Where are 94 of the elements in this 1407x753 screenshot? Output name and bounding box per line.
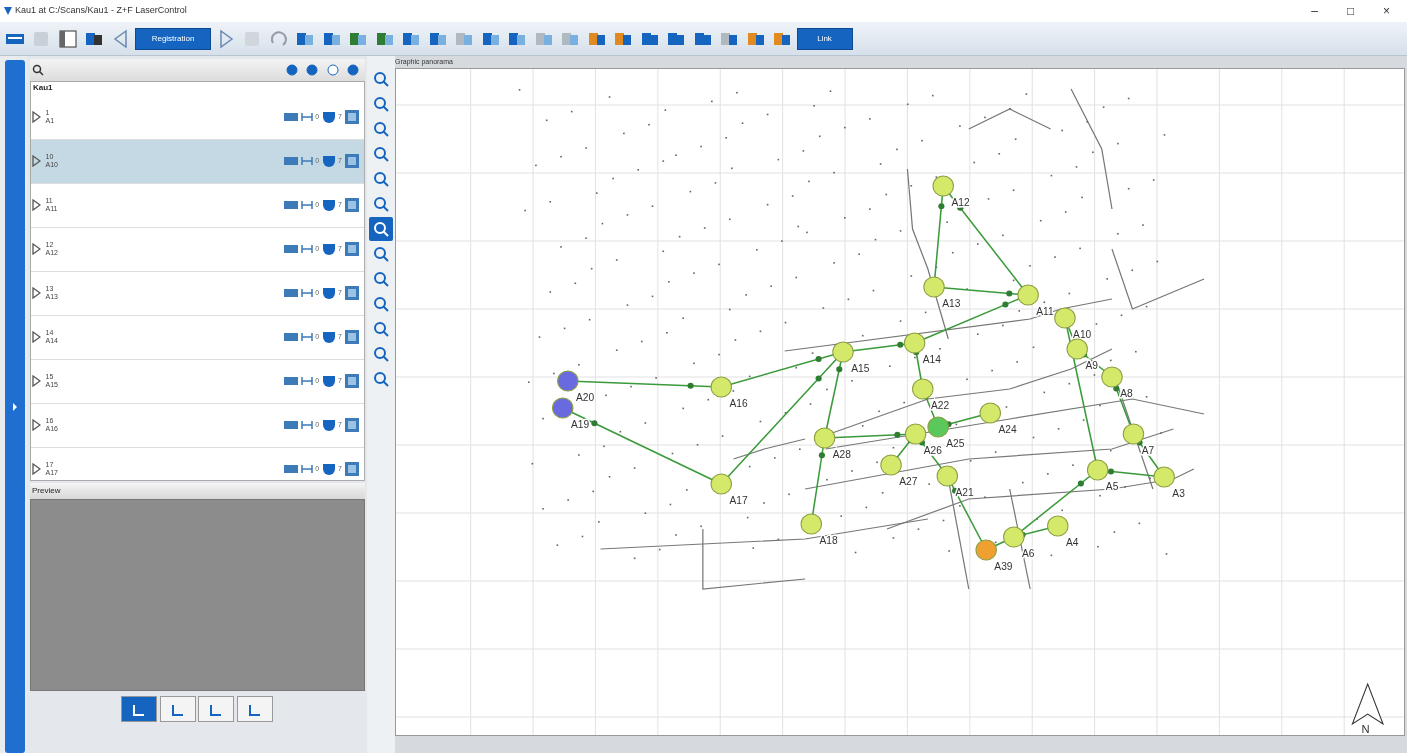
station-marker[interactable] bbox=[912, 378, 934, 400]
station-label: A15 bbox=[851, 363, 870, 374]
station-marker[interactable] bbox=[710, 376, 732, 398]
station-marker[interactable] bbox=[927, 416, 949, 438]
expand-arrow-icon bbox=[30, 375, 41, 387]
station-label: A8 bbox=[1120, 388, 1133, 399]
panel-icon bbox=[344, 110, 359, 124]
station-marker[interactable] bbox=[979, 402, 1001, 424]
link-button[interactable]: Link bbox=[796, 27, 853, 50]
width-icon bbox=[300, 288, 313, 298]
width-icon bbox=[300, 420, 313, 430]
station-marker[interactable] bbox=[813, 427, 836, 449]
station-marker[interactable] bbox=[923, 276, 945, 298]
station-marker[interactable] bbox=[1153, 466, 1175, 488]
station-label: A3 bbox=[1172, 488, 1185, 499]
station-marker[interactable] bbox=[904, 423, 927, 445]
width-icon bbox=[300, 200, 313, 210]
width-icon bbox=[300, 376, 313, 386]
station-label: A11 bbox=[1036, 306, 1054, 317]
station-label: A19 bbox=[570, 419, 590, 430]
station-label: A24 bbox=[998, 424, 1017, 435]
expand-arrow-icon bbox=[30, 419, 41, 431]
station-label: A13 bbox=[942, 298, 961, 309]
panel-icon bbox=[344, 154, 359, 168]
station-label: A28 bbox=[832, 449, 851, 460]
view-tab[interactable] bbox=[159, 696, 196, 722]
close-button[interactable]: × bbox=[1368, 1, 1405, 21]
station-marker[interactable] bbox=[1066, 338, 1088, 360]
north-label: N bbox=[1361, 723, 1370, 735]
expand-arrow-icon bbox=[30, 463, 41, 475]
station-label: A20 bbox=[576, 392, 595, 403]
station-label: A5 bbox=[1105, 481, 1119, 492]
station-label: A25 bbox=[946, 438, 965, 449]
panel-title: Preview bbox=[32, 485, 61, 497]
expand-arrow-icon bbox=[30, 243, 41, 255]
view-tab[interactable] bbox=[236, 696, 273, 722]
tree-root: Kau1 bbox=[32, 81, 54, 94]
view-tab[interactable] bbox=[121, 696, 158, 722]
panel-icon bbox=[344, 198, 359, 212]
search-icon bbox=[32, 63, 44, 76]
station-label: A9 bbox=[1085, 360, 1098, 371]
width-icon bbox=[300, 244, 313, 254]
station-label: A16 bbox=[729, 398, 748, 409]
width-icon bbox=[300, 464, 313, 474]
north-arrow-icon bbox=[1351, 682, 1385, 726]
expand-arrow-icon bbox=[30, 331, 41, 343]
window-title: Kau1 at C:/Scans/Kau1 - Z+F LaserControl bbox=[15, 4, 187, 18]
station-marker[interactable] bbox=[975, 539, 997, 561]
station-marker[interactable] bbox=[1054, 307, 1076, 329]
station-marker[interactable] bbox=[557, 370, 579, 392]
app-icon bbox=[2, 6, 13, 16]
station-label: A17 bbox=[729, 495, 748, 506]
width-icon bbox=[300, 156, 313, 166]
station-label: A27 bbox=[899, 476, 918, 487]
panel-icon bbox=[344, 286, 359, 300]
expand-arrow-icon bbox=[30, 287, 41, 299]
station-marker[interactable] bbox=[832, 341, 854, 363]
expand-arrow-icon bbox=[30, 111, 41, 123]
station-label: A6 bbox=[1022, 548, 1035, 559]
maximize-button[interactable]: □ bbox=[1332, 1, 1369, 21]
caret-icon bbox=[12, 402, 18, 411]
station-marker[interactable] bbox=[1047, 515, 1069, 537]
station-marker[interactable] bbox=[1122, 423, 1145, 445]
station-marker[interactable] bbox=[800, 513, 822, 535]
panel-icon bbox=[344, 462, 359, 476]
panel-icon bbox=[344, 374, 359, 388]
minimize-button[interactable]: – bbox=[1296, 1, 1333, 21]
panel-icon bbox=[344, 330, 359, 344]
station-label: A39 bbox=[994, 561, 1013, 572]
mode-button[interactable]: Registration bbox=[135, 27, 211, 50]
station-label: A4 bbox=[1065, 537, 1079, 548]
station-label: A14 bbox=[922, 354, 941, 365]
expand-arrow-icon bbox=[30, 199, 41, 211]
station-marker[interactable] bbox=[1003, 526, 1025, 548]
station-marker[interactable] bbox=[710, 473, 732, 495]
panel-icon bbox=[344, 242, 359, 256]
width-icon bbox=[300, 332, 313, 342]
station-marker[interactable] bbox=[552, 397, 574, 419]
station-marker[interactable] bbox=[903, 332, 926, 354]
view-tab[interactable] bbox=[198, 696, 235, 722]
station-label: A22 bbox=[930, 400, 950, 411]
station-marker[interactable] bbox=[880, 454, 902, 476]
station-label: A10 bbox=[1073, 329, 1092, 340]
station-marker[interactable] bbox=[936, 465, 959, 487]
station-label: A18 bbox=[819, 535, 838, 546]
station-marker[interactable] bbox=[1017, 284, 1039, 306]
tool-button[interactable] bbox=[369, 217, 393, 241]
station-marker[interactable] bbox=[932, 175, 954, 197]
expand-arrow-icon bbox=[30, 155, 41, 167]
window-icon bbox=[57, 28, 78, 49]
station-marker[interactable] bbox=[1101, 366, 1123, 388]
width-icon bbox=[300, 112, 313, 122]
panel-icon bbox=[344, 418, 359, 432]
station-marker[interactable] bbox=[1086, 459, 1109, 481]
